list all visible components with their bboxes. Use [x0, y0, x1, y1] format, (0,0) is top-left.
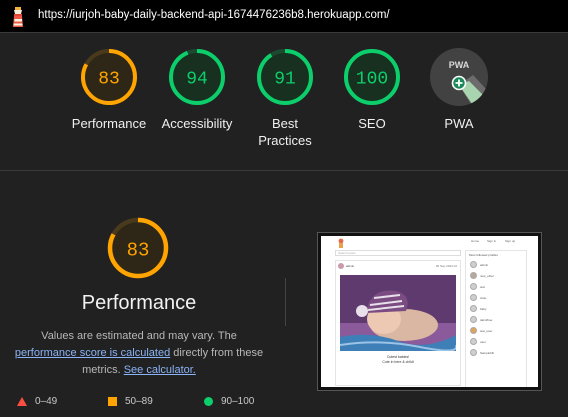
profile-name: baby — [480, 306, 487, 311]
seo-gauge-ring: 100 — [344, 49, 400, 105]
list-item: baby — [466, 303, 526, 314]
thumb-post-caption: Cutest babies! Cute in here & childl — [336, 355, 460, 365]
performance-label: Performance — [71, 116, 147, 131]
square-icon — [108, 397, 117, 406]
profile-name: admin — [480, 262, 489, 267]
performance-description: Values are estimated and may vary. The p… — [6, 328, 272, 379]
lighthouse-logo-icon — [13, 7, 23, 27]
section-divider — [0, 170, 568, 171]
list-item: new_other — [466, 270, 526, 281]
performance-score: 83 — [98, 70, 120, 90]
pwa-badge-text: PWA — [449, 60, 470, 70]
list-item: test_user — [466, 325, 526, 336]
thumb-post-header: admin — [338, 263, 354, 269]
thumb-profiles-sidebar: Most followed profiles admin new_other t… — [465, 250, 527, 387]
avatar — [470, 338, 477, 345]
list-item: test — [466, 281, 526, 292]
accessibility-score: 94 — [186, 70, 208, 90]
gauge-seo[interactable]: 100 SEO — [324, 47, 420, 132]
performance-heading: Performance — [81, 292, 197, 314]
profile-name: Samplehill — [480, 350, 494, 355]
list-item: daimfhoe — [466, 314, 526, 325]
list-item: user — [466, 336, 526, 347]
score-calculated-link[interactable]: performance score is calculated — [15, 347, 170, 359]
best-practices-label: Best Practices — [258, 116, 312, 148]
baby-photo-image — [340, 275, 456, 351]
legend-fail: 0–49 — [17, 396, 57, 407]
list-item: Samplehill — [466, 347, 526, 358]
avatar — [470, 283, 477, 290]
thumb-nav-signup: Sign up — [505, 239, 516, 243]
best-practices-gauge-ring: 91 — [257, 49, 313, 105]
legend-pass: 90–100 — [204, 396, 254, 407]
profile-name: test_user — [480, 328, 493, 333]
pwa-label: PWA — [444, 116, 474, 131]
desc-text-1: Values are estimated and may vary. The — [41, 330, 237, 342]
performance-large-ring: 83 — [107, 217, 169, 279]
thumb-sidebar-title: Most followed profiles — [469, 253, 498, 257]
accessibility-label: Accessibility — [161, 116, 233, 131]
performance-large-score: 83 — [127, 240, 150, 262]
see-calculator-link[interactable]: See calculator. — [124, 364, 196, 376]
profile-name: test — [480, 284, 485, 289]
thumb-caption-sub: Cute in here & childl — [382, 360, 414, 364]
profile-name: user — [480, 339, 486, 344]
avatar — [470, 316, 477, 323]
top-bar: https://iurjoh-baby-daily-backend-api-16… — [0, 0, 568, 33]
thumb-search-bar: Search posts — [335, 250, 461, 256]
app-logo-icon — [338, 238, 344, 248]
list-item: cutie — [466, 292, 526, 303]
performance-gauge-large: 83 — [106, 216, 170, 285]
avatar — [470, 294, 477, 301]
thumb-nav-signin: Sign in — [487, 239, 497, 243]
legend-average: 50–89 — [108, 396, 153, 407]
avatar — [470, 327, 477, 334]
avatar — [470, 305, 477, 312]
gauge-accessibility[interactable]: 94 Accessibility — [149, 47, 245, 132]
legend-pass-range: 90–100 — [221, 396, 255, 407]
avatar — [470, 349, 477, 356]
page-url[interactable]: https://iurjoh-baby-daily-backend-api-16… — [38, 9, 390, 21]
circle-icon — [204, 397, 213, 406]
pwa-badge-icon: PWA — [430, 48, 488, 106]
triangle-icon — [17, 397, 27, 406]
legend-average-range: 50–89 — [125, 396, 153, 407]
best-practices-score: 91 — [274, 70, 296, 90]
vertical-divider — [285, 278, 286, 326]
gauge-performance[interactable]: 83 Performance — [61, 47, 157, 132]
thumb-post-date: 06 Sep 2023 02 — [435, 264, 457, 268]
avatar — [470, 272, 477, 279]
final-screenshot-thumbnail[interactable]: Home Sign in Sign up Search posts admin … — [317, 232, 542, 391]
profile-name: daimfhoe — [480, 317, 493, 322]
accessibility-gauge-ring: 94 — [169, 49, 225, 105]
profile-name: cutie — [480, 295, 487, 300]
gauge-pwa[interactable]: PWA PWA — [411, 47, 507, 132]
avatar — [338, 263, 344, 269]
thumb-post-card: admin 06 Sep 2023 02 Cutest babies! Cute… — [335, 260, 461, 386]
performance-gauge-ring: 83 — [81, 49, 137, 105]
list-item: admin — [466, 259, 526, 270]
legend-fail-range: 0–49 — [35, 396, 58, 407]
seo-label: SEO — [358, 116, 386, 131]
thumb-nav-home: Home — [471, 239, 480, 243]
avatar — [470, 261, 477, 268]
profile-name: new_other — [480, 273, 495, 278]
seo-score: 100 — [356, 70, 388, 90]
thumb-post-author: admin — [346, 264, 355, 268]
gauge-best-practices[interactable]: 91 Best Practices — [237, 47, 333, 149]
